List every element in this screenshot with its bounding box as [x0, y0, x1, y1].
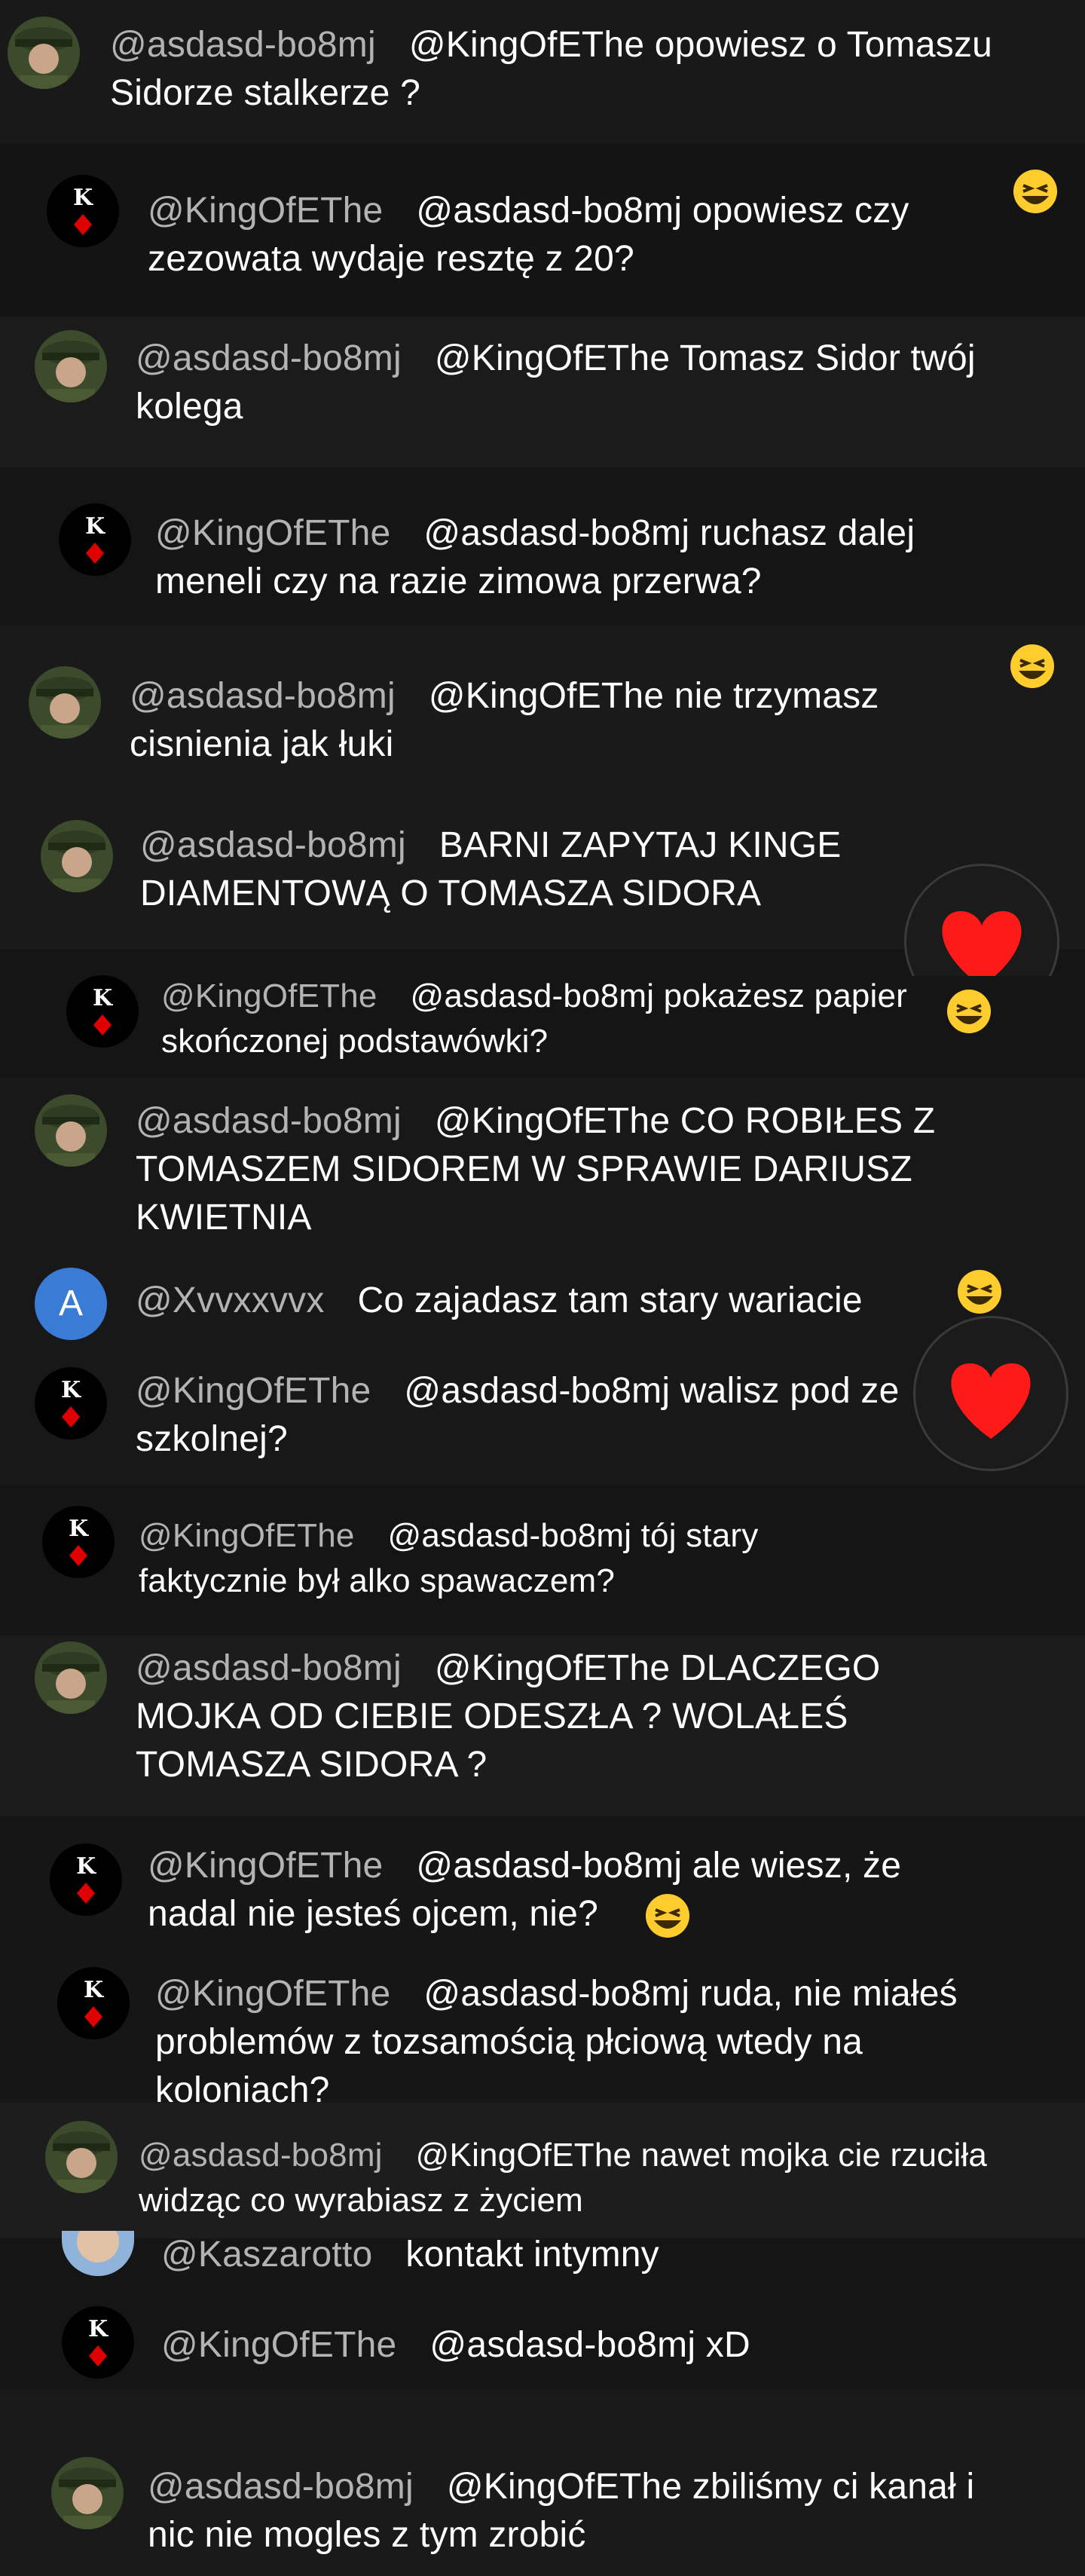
- soldier-icon[interactable]: [51, 2457, 124, 2529]
- comment-text: Co zajadasz tam stary wariacie: [357, 1280, 863, 1320]
- letter-a-icon[interactable]: A: [35, 1268, 107, 1340]
- comment[interactable]: K @KingOfEThe @asdasd-bo8mj ale wiesz, że…: [0, 1816, 1085, 1960]
- comment-username[interactable]: @Kaszarotto: [161, 2235, 372, 2275]
- king-card-icon[interactable]: K: [57, 1967, 130, 2039]
- comment[interactable]: @asdasd-bo8mj @KingOfEThe nawet mojka cie…: [0, 2103, 1085, 2238]
- comment-username[interactable]: @KingOfEThe: [161, 2325, 396, 2365]
- king-card-icon[interactable]: K: [59, 503, 131, 576]
- comment-username[interactable]: @KingOfEThe: [136, 1371, 371, 1411]
- comment-username[interactable]: @KingOfEThe: [139, 1517, 355, 1554]
- king-card-icon[interactable]: K: [35, 1367, 107, 1439]
- comment[interactable]: K @KingOfEThe @asdasd-bo8mj opowiesz czy …: [0, 143, 1085, 317]
- comment[interactable]: K @KingOfEThe @asdasd-bo8mj tój stary fak…: [0, 1485, 1085, 1635]
- face-icon[interactable]: [62, 2231, 134, 2276]
- comment[interactable]: @asdasd-bo8mj @KingOfEThe DLACZEGO MOJKA …: [0, 1635, 1085, 1816]
- comment-username[interactable]: @asdasd-bo8mj: [136, 338, 402, 378]
- comment-username[interactable]: @KingOfEThe: [155, 1974, 390, 2014]
- comment-username[interactable]: @KingOfEThe: [148, 191, 383, 231]
- comment-username[interactable]: @asdasd-bo8mj: [139, 2137, 383, 2174]
- svg-text:K: K: [85, 513, 105, 540]
- comment-username[interactable]: @Xvvxxvvx: [136, 1280, 325, 1320]
- grinning-squinting-emoji-icon: [1008, 642, 1056, 690]
- comment-username[interactable]: @KingOfEThe: [148, 1846, 383, 1886]
- heart-reaction-button[interactable]: [913, 1316, 1068, 1471]
- comment-username[interactable]: @KingOfEThe: [161, 977, 377, 1014]
- soldier-icon[interactable]: [41, 820, 113, 892]
- comment-username[interactable]: @asdasd-bo8mj: [136, 1101, 402, 1141]
- comment[interactable]: @asdasd-bo8mj @KingOfEThe zbiliśmy ci kan…: [0, 2434, 1085, 2576]
- comment[interactable]: @asdasd-bo8mj @KingOfEThe Tomasz Sidor tw…: [0, 317, 1085, 467]
- comment-text: @asdasd-bo8mj xD: [429, 2325, 750, 2365]
- comment-username[interactable]: @asdasd-bo8mj: [110, 25, 376, 65]
- comment[interactable]: K @KingOfEThe @asdasd-bo8mj xD: [0, 2291, 1085, 2389]
- comment[interactable]: K @KingOfEThe @asdasd-bo8mj ruda, nie mia…: [0, 1960, 1085, 2110]
- svg-text:K: K: [88, 2316, 108, 2342]
- comment-username[interactable]: @asdasd-bo8mj: [148, 2467, 414, 2507]
- king-card-icon[interactable]: K: [47, 175, 119, 247]
- soldier-icon[interactable]: [45, 2121, 118, 2193]
- comment[interactable]: @asdasd-bo8mj @KingOfEThe nie trzymasz ci…: [0, 626, 1085, 799]
- soldier-icon[interactable]: [35, 1094, 107, 1167]
- king-card-icon[interactable]: K: [50, 1843, 122, 1916]
- comment-username[interactable]: @asdasd-bo8mj: [136, 1648, 402, 1688]
- svg-text:K: K: [61, 1377, 81, 1403]
- comment[interactable]: @Kaszarotto kontakt intymny: [0, 2231, 1085, 2284]
- grinning-squinting-emoji-icon: [1011, 167, 1059, 216]
- avatar-letter: A: [58, 1283, 83, 1323]
- grinning-squinting-emoji-icon: [945, 987, 993, 1036]
- king-card-icon[interactable]: K: [42, 1506, 115, 1578]
- grinning-squinting-emoji-icon: [955, 1268, 1004, 1316]
- svg-text:K: K: [73, 185, 93, 211]
- soldier-icon[interactable]: [35, 1641, 107, 1714]
- grinning-squinting-emoji-icon: [643, 1892, 692, 1940]
- soldier-icon[interactable]: [8, 17, 80, 89]
- comment-username[interactable]: @asdasd-bo8mj: [140, 825, 406, 865]
- king-card-icon[interactable]: K: [62, 2306, 134, 2379]
- comment[interactable]: @asdasd-bo8mj @KingOfEThe opowiesz o Toma…: [0, 0, 1085, 143]
- king-card-icon[interactable]: K: [66, 975, 139, 1048]
- svg-text:K: K: [84, 1977, 104, 2003]
- soldier-icon[interactable]: [29, 666, 101, 739]
- svg-text:K: K: [69, 1516, 89, 1542]
- comment[interactable]: K @KingOfEThe @asdasd-bo8mj pokażesz papi…: [0, 950, 1085, 1078]
- comment-thread: @asdasd-bo8mj @KingOfEThe opowiesz o Toma…: [0, 0, 1085, 2576]
- comment[interactable]: @asdasd-bo8mj BARNI ZAPYTAJ KINGE DIAMENT…: [0, 799, 1085, 976]
- svg-text:K: K: [76, 1853, 96, 1880]
- soldier-icon[interactable]: [35, 330, 107, 402]
- comment-text: kontakt intymny: [405, 2235, 659, 2275]
- comment-username[interactable]: @KingOfEThe: [155, 513, 390, 553]
- comment[interactable]: @asdasd-bo8mj @KingOfEThe CO ROBIŁES Z TO…: [0, 1078, 1085, 1251]
- svg-text:K: K: [93, 985, 113, 1011]
- comment[interactable]: K @KingOfEThe @asdasd-bo8mj ruchasz dalej…: [0, 467, 1085, 626]
- comment-username[interactable]: @asdasd-bo8mj: [130, 676, 396, 716]
